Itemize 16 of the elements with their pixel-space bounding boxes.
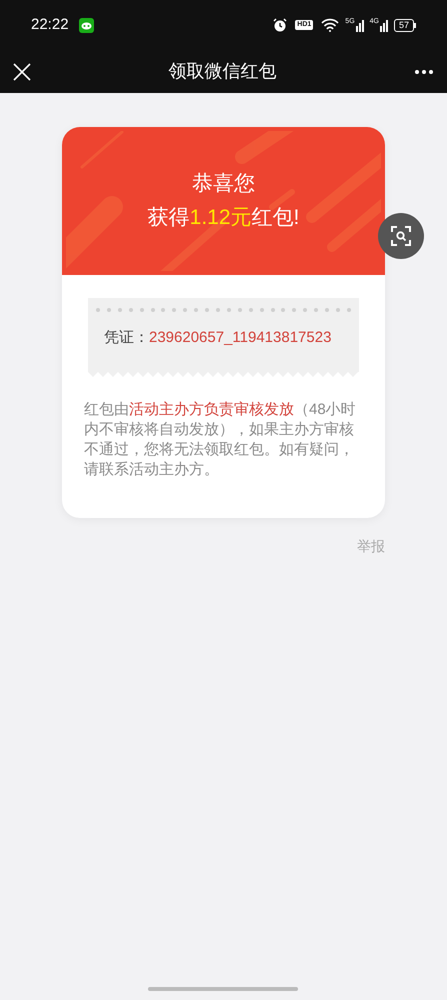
prize-text: 获得1.12元红包! <box>148 205 300 231</box>
scan-icon <box>390 225 412 247</box>
clock-time: 22:22 <box>31 14 69 35</box>
chat-app-icon <box>78 18 94 32</box>
more-icon[interactable] <box>414 68 434 74</box>
report-link[interactable]: 举报 <box>357 538 385 554</box>
greeting-text: 恭喜您 <box>192 171 255 197</box>
scan-button[interactable] <box>378 213 424 259</box>
battery-icon: 57 <box>394 18 416 32</box>
close-icon[interactable] <box>13 62 31 80</box>
notice-paragraph: 红包由活动主办方负责审核发放（48小时内不审核将自动发放），如果主办方审核不通过，您将无法领取红包。如有疑问，请联系活动主办方。 <box>83 400 357 480</box>
voucher-label: 凭证： <box>104 329 149 346</box>
page-title: 领取微信红包 <box>168 61 276 81</box>
wifi-icon <box>321 18 340 32</box>
alarm-icon <box>273 18 288 32</box>
voucher-code: 239620657_119413817523 <box>149 329 332 346</box>
